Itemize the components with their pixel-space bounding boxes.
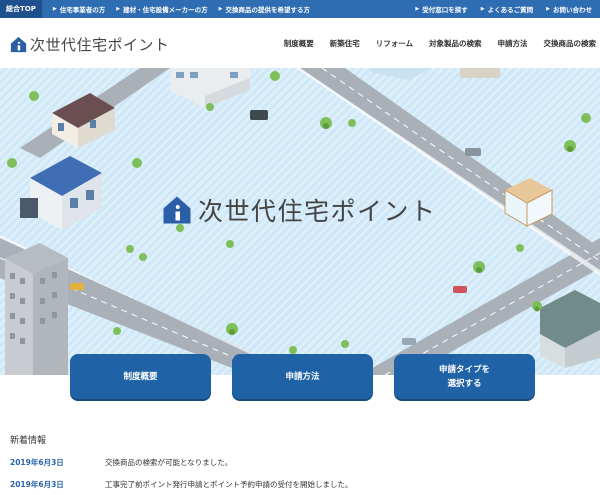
triangle-icon: ▶: [415, 6, 420, 12]
audience-links: 総合TOP ▶ 住宅事業者の方 ▶ 建材・住宅設備メーカーの方 ▶ 交換商品の提供を希…: [0, 0, 310, 18]
site-logo[interactable]: 次世代住宅ポイント: [10, 34, 170, 55]
news-item[interactable]: 2019年6月3日 工事完了前ポイント発行申請とポイント予約申請の受付を開始しま…: [10, 479, 353, 490]
house-logo-icon: [10, 36, 27, 53]
apply-method-button[interactable]: 申請方法: [232, 354, 373, 399]
link-contact[interactable]: ▶ お問い合わせ: [546, 4, 592, 14]
link-label: お問い合わせ: [553, 6, 592, 14]
link-label: 交換商品の提供を希望する方: [225, 6, 310, 14]
link-label: 住宅事業者の方: [59, 6, 106, 14]
utility-links: ▶ 受付窓口を探す ▶ よくあるご質問 ▶ お問い合わせ: [402, 0, 592, 18]
triangle-icon: ▶: [480, 6, 485, 12]
triangle-icon: ▶: [218, 6, 223, 12]
nav-apply-method[interactable]: 申請方法: [498, 38, 528, 49]
logo-text: 次世代住宅ポイント: [30, 36, 170, 54]
nav-exchange-goods-search[interactable]: 交換商品の検索: [544, 38, 597, 49]
nav-product-search[interactable]: 対象製品の検索: [429, 38, 482, 49]
home-top-link[interactable]: 総合TOP: [0, 0, 42, 18]
news-item[interactable]: 2019年6月3日 交換商品の検索が可能となりました。: [10, 457, 232, 468]
link-building-material-maker[interactable]: ▶ 建材・住宅設備メーカーの方: [116, 4, 207, 14]
news-text: 工事完了前ポイント発行申請とポイント予約申請の受付を開始しました。: [105, 480, 353, 489]
select-application-type-button[interactable]: 申請タイプを 選択する: [394, 354, 535, 399]
nav-reform[interactable]: リフォーム: [376, 38, 413, 49]
nav-new-housing[interactable]: 新築住宅: [330, 38, 360, 49]
news-text: 交換商品の検索が可能となりました。: [105, 458, 233, 467]
hero-logo: 次世代住宅ポイント: [162, 192, 437, 228]
house-logo-icon: [163, 196, 191, 224]
news-date: 2019年6月3日: [10, 480, 64, 489]
link-housing-business[interactable]: ▶ 住宅事業者の方: [53, 4, 105, 14]
nav-overview[interactable]: 制度概要: [284, 38, 314, 49]
link-label: 建材・住宅設備メーカーの方: [123, 6, 208, 14]
site-header: 次世代住宅ポイント 制度概要 新築住宅 リフォーム 対象製品の検索 申請方法 交…: [0, 18, 600, 68]
link-faq[interactable]: ▶ よくあるご質問: [481, 4, 533, 14]
triangle-icon: ▶: [546, 6, 550, 12]
link-exchange-goods-provider[interactable]: ▶ 交換商品の提供を希望する方: [219, 4, 310, 14]
triangle-icon: ▶: [52, 6, 57, 12]
news-date: 2019年6月3日: [10, 458, 64, 467]
top-bar: 総合TOP ▶ 住宅事業者の方 ▶ 建材・住宅設備メーカーの方 ▶ 交換商品の提供を希…: [0, 0, 600, 18]
hero-banner: 次世代住宅ポイント: [0, 68, 600, 375]
triangle-icon: ▶: [116, 6, 121, 12]
main-nav: 制度概要 新築住宅 リフォーム 対象製品の検索 申請方法 交換商品の検索: [268, 38, 596, 49]
link-label: よくあるご質問: [487, 6, 534, 14]
hero-title: 次世代住宅ポイント: [198, 197, 437, 226]
news-heading: 新着情報: [10, 436, 47, 446]
link-find-reception[interactable]: ▶ 受付窓口を探す: [415, 4, 467, 14]
overview-button[interactable]: 制度概要: [70, 354, 211, 399]
link-label: 受付窓口を探す: [422, 6, 468, 14]
